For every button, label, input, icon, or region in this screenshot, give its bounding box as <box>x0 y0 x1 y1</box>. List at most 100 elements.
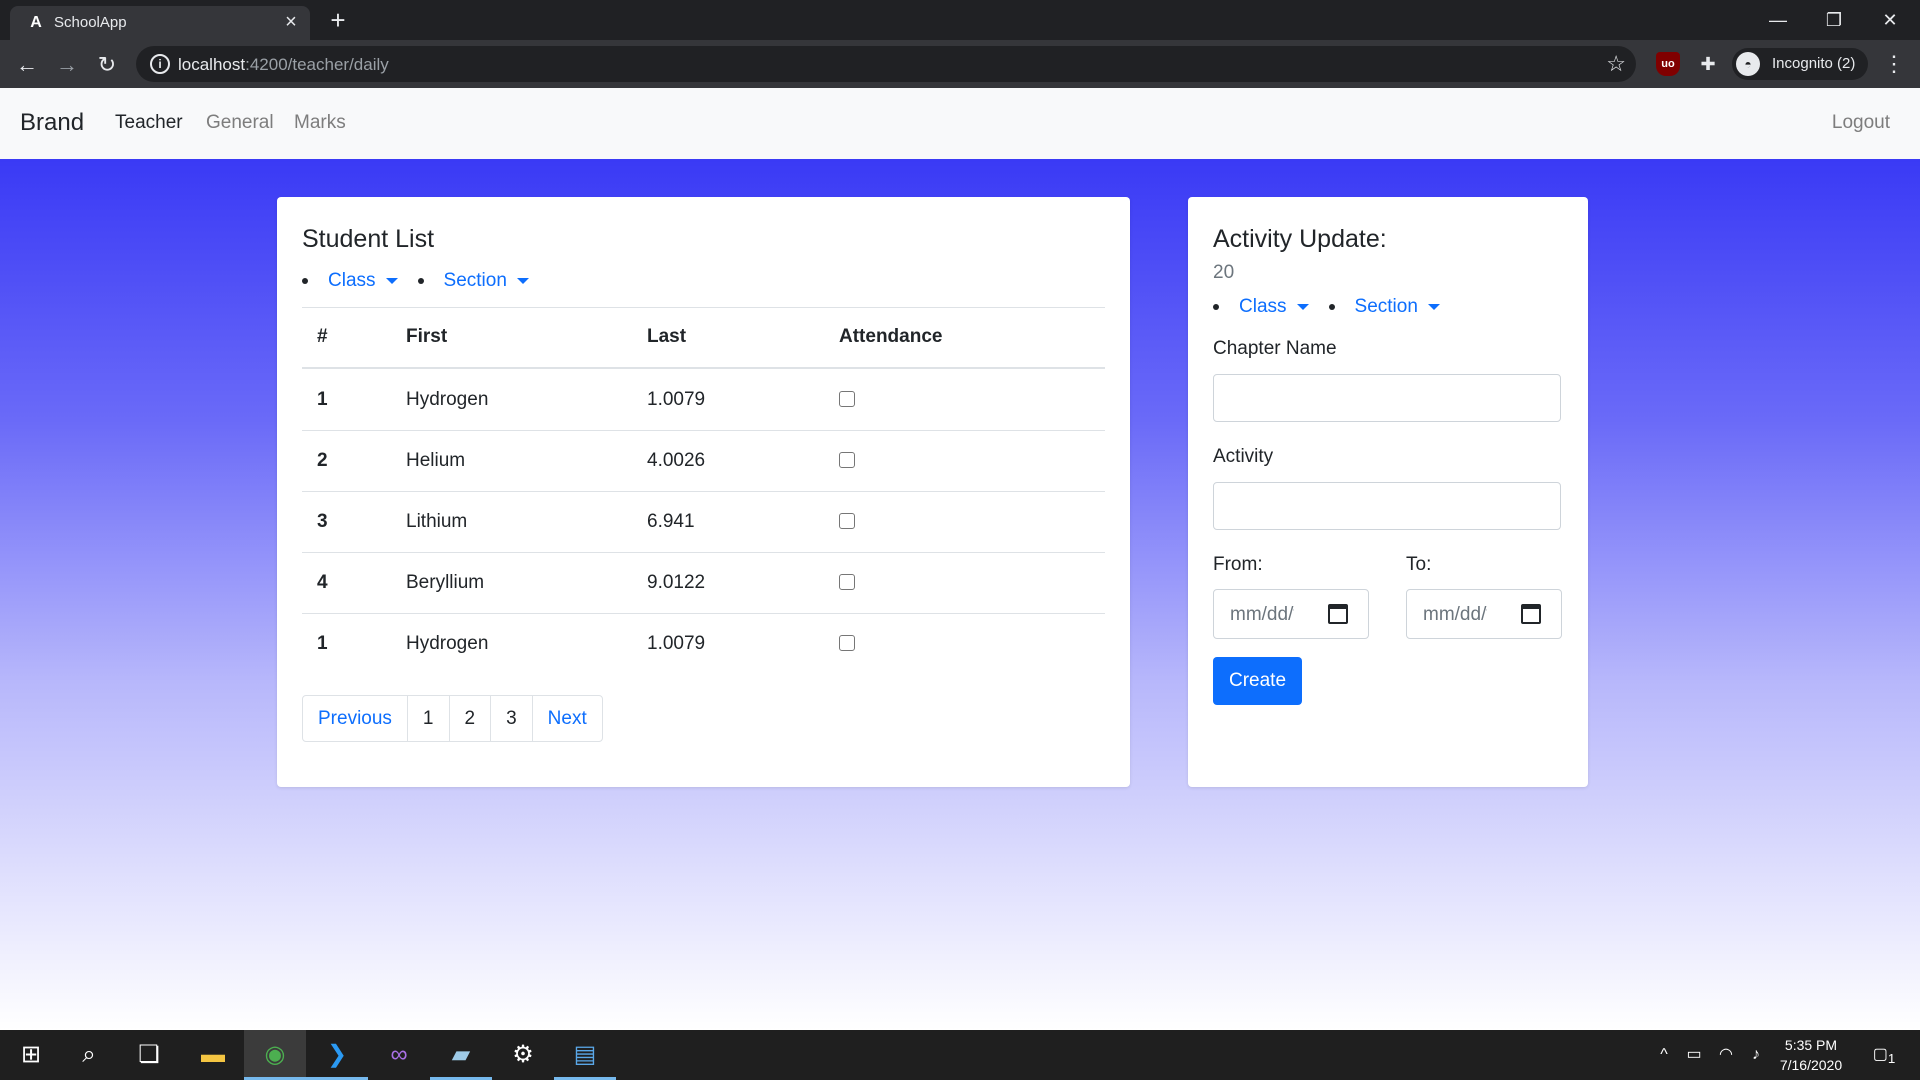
caret-down-icon <box>385 278 398 284</box>
activity-title: Activity Update: <box>1213 225 1387 253</box>
pagination: Previous 1 2 3 Next <box>302 695 603 742</box>
file-explorer-icon[interactable]: ▬ <box>182 1030 244 1080</box>
row-last: 4.0026 <box>647 450 706 471</box>
battery-icon[interactable]: ▭ <box>1680 1030 1708 1080</box>
activity-update-card: Activity Update: 20 Class Section Chapte… <box>1188 197 1588 787</box>
calendar-icon[interactable] <box>1521 604 1541 624</box>
info-icon[interactable]: i <box>150 54 170 74</box>
class-dropdown[interactable]: Class <box>328 270 398 292</box>
nav-teacher[interactable]: Teacher <box>115 112 183 134</box>
caret-down-icon <box>516 278 529 284</box>
activity-input[interactable] <box>1213 482 1561 530</box>
student-list-card: Student List Class Section # First Last … <box>277 197 1130 787</box>
from-date-placeholder: mm/dd/yyyy <box>1230 604 1294 625</box>
chrome-icon[interactable]: ◉ <box>244 1030 306 1080</box>
pagination-page-2[interactable]: 2 <box>448 696 491 741</box>
table-row: 1 Hydrogen 1.0079 <box>302 370 1105 431</box>
activity-label: Activity <box>1213 446 1274 467</box>
angular-favicon-icon: A <box>30 14 42 31</box>
pagination-page-3[interactable]: 3 <box>490 696 532 741</box>
url-text: localhost:4200/teacher/daily <box>178 55 389 74</box>
table-row: 4 Beryllium 9.0122 <box>302 553 1105 614</box>
app-navbar: Brand Teacher General Marks Logout <box>0 88 1920 159</box>
create-button[interactable]: Create <box>1213 657 1303 705</box>
attendance-checkbox[interactable] <box>839 635 855 651</box>
incognito-profile-button[interactable]: ◓ Incognito (2) <box>1732 48 1868 80</box>
chapter-name-label: Chapter Name <box>1213 338 1337 359</box>
forward-icon[interactable]: → <box>52 50 82 80</box>
column-header-last: Last <box>647 326 687 347</box>
section-dropdown[interactable]: Section <box>1355 296 1440 318</box>
pagination-next[interactable]: Next <box>531 696 602 741</box>
control-panel-icon[interactable]: ▤ <box>554 1030 616 1080</box>
pagination-page-1[interactable]: 1 <box>406 696 449 741</box>
class-dropdown[interactable]: Class <box>1239 296 1309 318</box>
row-first: Hydrogen <box>406 633 489 654</box>
windows-taskbar: ⊞ ⌕ ❏ ▬ ◉ ❯ ∞ ▰ ⚙ ▤ ^ ▭ ◠ ♪ 5:35 PM 7/16… <box>0 1030 1920 1080</box>
activity-count: 20 <box>1213 262 1235 283</box>
nav-general[interactable]: General <box>206 112 274 134</box>
search-icon[interactable]: ⌕ <box>58 1030 120 1080</box>
row-first: Lithium <box>406 511 468 532</box>
calendar-icon[interactable] <box>1328 604 1348 624</box>
notes-app-icon[interactable]: ▰ <box>430 1030 492 1080</box>
bullet <box>1328 304 1335 310</box>
back-icon[interactable]: ← <box>12 50 42 80</box>
tray-chevron-up-icon[interactable]: ^ <box>1652 1030 1676 1080</box>
table-header: # First Last Attendance <box>302 308 1105 369</box>
row-num: 1 <box>317 389 328 410</box>
table-row: 3 Lithium 6.941 <box>302 492 1105 553</box>
extensions-icon[interactable]: ✚ <box>1696 52 1720 76</box>
student-list-title: Student List <box>302 225 435 253</box>
tab-title: SchoolApp <box>54 14 127 31</box>
address-bar[interactable]: i localhost:4200/teacher/daily ☆ <box>136 46 1636 82</box>
brand-link[interactable]: Brand <box>20 109 84 137</box>
restore-icon[interactable]: ❐ <box>1806 0 1862 40</box>
to-date-placeholder: mm/dd/yyyy <box>1423 604 1487 625</box>
vscode-icon[interactable]: ❯ <box>306 1030 368 1080</box>
to-date-input[interactable]: mm/dd/yyyy <box>1406 589 1562 639</box>
caret-down-icon <box>1296 304 1309 310</box>
attendance-checkbox[interactable] <box>839 513 855 529</box>
page-content: Student List Class Section # First Last … <box>0 159 1920 1030</box>
attendance-checkbox[interactable] <box>839 452 855 468</box>
clock-time: 5:35 PM <box>1784 1037 1838 1053</box>
task-view-icon[interactable]: ❏ <box>118 1030 180 1080</box>
from-label: From: <box>1213 554 1263 575</box>
row-first: Helium <box>406 450 466 471</box>
browser-toolbar: ← → ↻ i localhost:4200/teacher/daily ☆ u… <box>0 40 1920 88</box>
chapter-name-input[interactable] <box>1213 374 1561 422</box>
ublock-icon[interactable]: uo <box>1656 52 1680 76</box>
pagination-previous[interactable]: Previous <box>303 696 407 741</box>
new-tab-icon[interactable]: + <box>324 6 352 34</box>
row-num: 1 <box>317 633 328 654</box>
menu-icon[interactable]: ⋮ <box>1882 50 1906 78</box>
incognito-icon: ◓ <box>1736 52 1760 76</box>
from-date-input[interactable]: mm/dd/yyyy <box>1213 589 1369 639</box>
logout-link[interactable]: Logout <box>1832 112 1890 134</box>
star-icon[interactable]: ☆ <box>1606 51 1626 77</box>
clock-date: 7/16/2020 <box>1779 1057 1843 1073</box>
section-dropdown[interactable]: Section <box>444 270 529 292</box>
row-first: Beryllium <box>406 572 485 593</box>
system-clock[interactable]: 5:35 PM 7/16/2020 <box>1766 1035 1856 1075</box>
reload-icon[interactable]: ↻ <box>92 50 122 80</box>
row-num: 4 <box>317 572 328 593</box>
to-label: To: <box>1406 554 1432 575</box>
tab-close-icon[interactable]: × <box>280 11 302 33</box>
browser-tab[interactable]: A SchoolApp × <box>10 6 310 40</box>
windows-start-icon[interactable]: ⊞ <box>0 1030 62 1080</box>
wifi-icon[interactable]: ◠ <box>1712 1030 1740 1080</box>
column-header-attendance: Attendance <box>839 326 943 347</box>
window-close-icon[interactable]: ✕ <box>1862 0 1918 40</box>
attendance-checkbox[interactable] <box>839 391 855 407</box>
attendance-checkbox[interactable] <box>839 574 855 590</box>
visual-studio-icon[interactable]: ∞ <box>368 1030 430 1080</box>
settings-icon[interactable]: ⚙ <box>492 1030 554 1080</box>
caret-down-icon <box>1427 304 1440 310</box>
browser-tab-bar: A SchoolApp × + — ❐ ✕ <box>0 0 1920 40</box>
minimize-icon[interactable]: — <box>1750 0 1806 40</box>
nav-marks[interactable]: Marks <box>294 112 346 134</box>
row-last: 1.0079 <box>647 389 706 410</box>
notification-icon[interactable]: ▢1 <box>1864 1030 1904 1080</box>
